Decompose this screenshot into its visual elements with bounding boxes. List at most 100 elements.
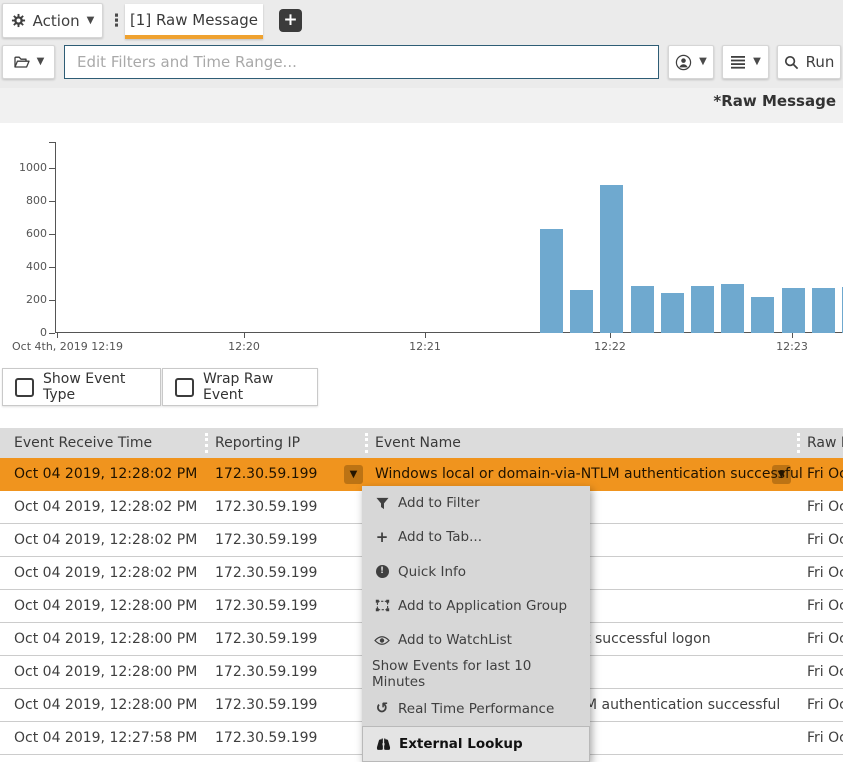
cell-dropdown-caret-icon[interactable]: ▼ — [772, 465, 791, 484]
folder-open-icon — [13, 55, 30, 69]
y-tick-label: 1000 — [7, 161, 47, 175]
cell-raw-message: Fri Oc — [807, 656, 843, 689]
tab-label: [1] Raw Message — [130, 11, 258, 29]
cell-reporting-ip: 172.30.59.199 — [215, 491, 317, 524]
menu-item-label: Add to Tab... — [398, 529, 482, 545]
menu-item-label: Add to Filter — [398, 495, 480, 511]
column-separator[interactable] — [797, 433, 800, 453]
x-tick-label: 12:23 — [776, 340, 808, 353]
column-separator[interactable] — [205, 433, 208, 453]
cell-receive-time: Oct 04 2019, 12:28:00 PM — [14, 689, 197, 722]
cell-reporting-ip: 172.30.59.199 — [215, 689, 317, 722]
run-button-label: Run — [806, 53, 835, 71]
y-axis — [55, 142, 56, 333]
binoculars-icon — [373, 736, 393, 752]
menu-item-quick-info[interactable]: ! Quick Info — [362, 555, 590, 589]
cell-raw-message: Fri Oc — [807, 458, 843, 491]
checkbox-icon[interactable] — [15, 378, 34, 397]
menu-item-label: Add to Application Group — [398, 598, 567, 614]
column-separator[interactable] — [365, 433, 368, 453]
section-title: *Raw Message — [713, 92, 836, 110]
table-header: Event Receive Time Reporting IP Event Na… — [0, 428, 843, 458]
tab-raw-message[interactable]: [1] Raw Message — [125, 4, 263, 39]
cell-raw-message: Fri Oc — [807, 689, 843, 722]
x-tick-label: 12:21 — [409, 340, 441, 353]
chart-bar — [782, 288, 805, 333]
cell-receive-time: Oct 04 2019, 12:28:00 PM — [14, 656, 197, 689]
checkbox-icon[interactable] — [175, 378, 194, 397]
menu-item-real-time-performance[interactable]: ↺ Real Time Performance — [362, 692, 590, 726]
menu-item-add-to-application-group[interactable]: Add to Application Group — [362, 589, 590, 623]
gear-icon — [11, 13, 26, 28]
user-icon — [675, 54, 692, 71]
event-histogram-chart: 1000 800 600 400 200 0 Oct 4th, 2019 12:… — [0, 123, 843, 365]
info-icon: ! — [372, 564, 392, 580]
cell-receive-time: Oct 04 2019, 12:28:02 PM — [14, 557, 197, 590]
menu-item-add-to-watchlist[interactable]: Add to WatchList — [362, 623, 590, 657]
cell-raw-message: Fri Oc — [807, 491, 843, 524]
cell-raw-message: Fri Oc — [807, 524, 843, 557]
application-group-icon — [372, 598, 392, 614]
y-tick-label: 600 — [7, 227, 47, 241]
user-context-button[interactable]: ▼ — [668, 45, 714, 79]
chart-bar — [631, 286, 654, 333]
chart-bar — [661, 293, 684, 333]
app-window: Action ▼ ⋮ [1] Raw Message + ▼ ▼ — [0, 0, 843, 762]
column-header-raw-message[interactable]: Raw M — [807, 428, 843, 458]
menu-item-add-to-filter[interactable]: Add to Filter — [362, 486, 590, 520]
plus-icon: + — [283, 12, 297, 29]
menu-item-label: Quick Info — [398, 564, 466, 580]
y-tick-label: 200 — [7, 293, 47, 307]
wrap-raw-event-label: Wrap Raw Event — [203, 371, 305, 403]
chart-bar — [721, 284, 744, 333]
chart-bar — [570, 290, 593, 333]
chart-bar — [812, 288, 835, 333]
chevron-down-icon: ▼ — [753, 57, 761, 67]
chart-bar — [751, 297, 774, 333]
cell-reporting-ip: 172.30.59.199 — [215, 722, 317, 755]
list-icon — [730, 55, 746, 69]
add-tab-button[interactable]: + — [279, 9, 302, 32]
wrap-raw-event-toggle[interactable]: Wrap Raw Event — [162, 368, 318, 406]
cell-reporting-ip: 172.30.59.199 — [215, 623, 317, 656]
chevron-down-icon: ▼ — [37, 57, 45, 67]
column-header-event-name[interactable]: Event Name — [375, 428, 461, 458]
tab-options-kebab-icon[interactable]: ⋮ — [108, 9, 122, 33]
filter-input[interactable] — [64, 45, 659, 79]
show-event-type-toggle[interactable]: Show Event Type — [2, 368, 161, 406]
action-button[interactable]: Action ▼ — [2, 3, 103, 38]
menu-item-label: External Lookup — [399, 736, 523, 752]
column-header-event-receive-time[interactable]: Event Receive Time — [14, 428, 152, 458]
y-tick-label: 800 — [7, 194, 47, 208]
chevron-down-icon: ▼ — [699, 57, 707, 67]
action-button-label: Action — [33, 12, 80, 30]
column-header-reporting-ip[interactable]: Reporting IP — [215, 428, 300, 458]
run-button[interactable]: Run — [777, 45, 841, 79]
cell-raw-message: Fri Oc — [807, 623, 843, 656]
cell-receive-time: Oct 04 2019, 12:28:02 PM — [14, 524, 197, 557]
columns-list-button[interactable]: ▼ — [722, 45, 769, 79]
y-tick-label: 0 — [7, 326, 47, 340]
saved-filters-button[interactable]: ▼ — [2, 45, 55, 79]
x-tick-label: 12:22 — [594, 340, 626, 353]
cell-reporting-ip: 172.30.59.199 — [215, 524, 317, 557]
history-icon: ↺ — [372, 701, 392, 717]
cell-event-name: t successful logon — [585, 623, 711, 656]
eye-icon — [372, 632, 392, 648]
menu-item-add-to-tab[interactable]: + Add to Tab... — [362, 520, 590, 554]
menu-item-label: Add to WatchList — [398, 632, 512, 648]
menu-item-label: Real Time Performance — [398, 701, 554, 717]
y-tick-label: 400 — [7, 260, 47, 274]
x-tick-label: Oct 4th, 2019 12:19 — [12, 340, 123, 353]
row-context-menu: Add to Filter + Add to Tab... ! Quick In… — [362, 486, 590, 762]
chart-bar — [691, 286, 714, 333]
cell-reporting-ip: 172.30.59.199 — [215, 557, 317, 590]
cell-raw-message: Fri Oc — [807, 557, 843, 590]
cell-dropdown-caret-icon[interactable]: ▼ — [344, 465, 363, 484]
cell-reporting-ip: 172.30.59.199 — [215, 590, 317, 623]
cell-raw-message: Fri Oc — [807, 590, 843, 623]
chart-bar — [540, 229, 563, 333]
menu-item-external-lookup[interactable]: External Lookup — [362, 726, 590, 762]
menu-item-show-events-last-10-minutes[interactable]: Show Events for last 10 Minutes — [362, 657, 590, 691]
cell-receive-time: Oct 04 2019, 12:28:02 PM — [14, 458, 197, 491]
